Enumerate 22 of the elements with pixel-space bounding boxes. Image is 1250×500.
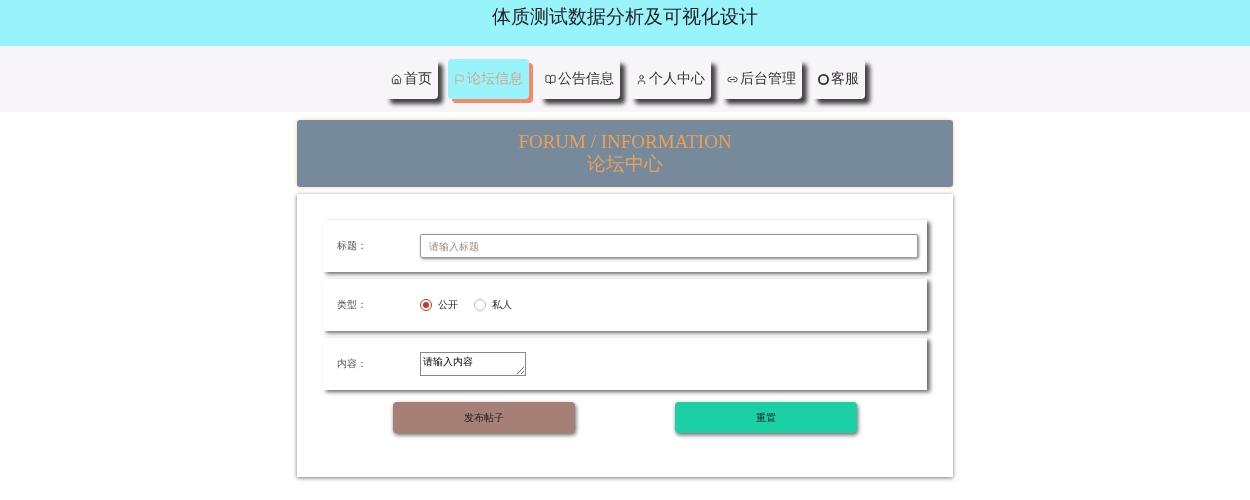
radio-option[interactable]: 私人 [474,298,512,312]
circle-icon [818,73,829,85]
submit-button[interactable]: 发布帖子 [393,402,575,433]
title-input[interactable]: 请输入标题 [420,234,918,258]
nav-tab[interactable]: 客服 [812,59,865,99]
banner-title: FORUM / INFORMATION [518,131,732,153]
nav-tab[interactable]: 个人中心 [630,59,711,99]
banner-subtitle: 论坛中心 [587,153,663,175]
user-icon [636,73,647,85]
book-icon [545,73,556,85]
home-icon [391,73,402,85]
reset-button[interactable]: 重置 [675,402,857,433]
nav-tab[interactable]: 后台管理 [721,59,802,99]
flag-icon [454,73,465,85]
content-textarea[interactable]: 请输入内容 [420,352,526,376]
radio-option[interactable]: 公开 [420,298,458,312]
field-label: 标题： [337,239,368,253]
field-label: 类型： [337,298,368,312]
nav-tab[interactable]: 公告信息 [539,59,620,99]
nav-tab[interactable]: 首页 [385,59,438,99]
site-title: 体质测试数据分析及可视化设计 [492,4,758,29]
field-label: 内容： [337,357,368,371]
